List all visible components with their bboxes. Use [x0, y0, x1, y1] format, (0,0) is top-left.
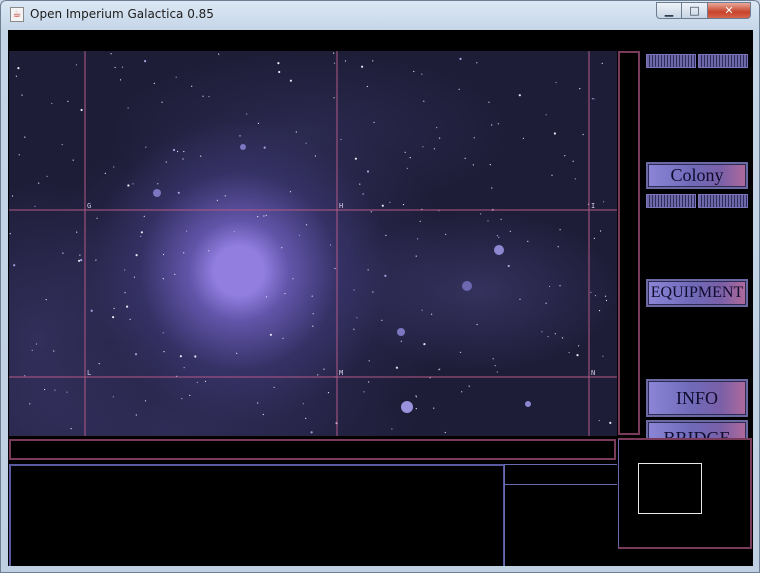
- minimize-icon: ▁: [664, 4, 674, 17]
- planet-marker: [401, 401, 413, 413]
- planet-marker: [462, 281, 472, 291]
- game-client-area: G H I L M N Colony EQUIPMENT INFO: [8, 30, 753, 566]
- planet-marker: [240, 144, 246, 150]
- detail-panel: [504, 464, 617, 566]
- mid-mini-buttons: [646, 172, 748, 186]
- equipment-button[interactable]: EQUIPMENT: [646, 279, 748, 307]
- starmap-view[interactable]: G H I L M N: [9, 51, 617, 436]
- divider: [504, 464, 505, 566]
- minimize-button[interactable]: ▁: [656, 2, 682, 19]
- planet-marker: [494, 245, 504, 255]
- status-bar: [9, 439, 616, 460]
- planet-marker: [397, 328, 405, 336]
- middle-mini-buttons: [646, 194, 748, 208]
- divider: [504, 464, 617, 465]
- vertical-scroll-strip[interactable]: [618, 51, 640, 435]
- window-title: Open Imperium Galactica 0.85: [30, 7, 214, 21]
- minimap-viewport-rect[interactable]: [638, 463, 702, 514]
- title-bar[interactable]: ☕ Open Imperium Galactica 0.85 ▁ □ ✕: [1, 1, 759, 29]
- info-panel: [9, 464, 505, 566]
- top-mini-buttons: [646, 54, 748, 68]
- mini-button-3[interactable]: [646, 194, 696, 208]
- mini-button-1[interactable]: [646, 54, 696, 68]
- maximize-button[interactable]: □: [682, 2, 708, 19]
- divider: [504, 484, 617, 485]
- minimap[interactable]: [618, 438, 752, 549]
- planet-marker: [525, 401, 531, 407]
- mini-button-4[interactable]: [698, 194, 748, 208]
- mini-button-2[interactable]: [698, 54, 748, 68]
- right-command-panel: Colony EQUIPMENT INFO BRIDGE: [644, 51, 750, 457]
- window-controls: ▁ □ ✕: [656, 2, 751, 20]
- app-window: ☕ Open Imperium Galactica 0.85 ▁ □ ✕ G H…: [0, 0, 760, 573]
- planets-layer: [153, 144, 531, 413]
- java-cup-icon: ☕: [10, 7, 24, 22]
- maximize-icon: □: [689, 4, 700, 17]
- info-button[interactable]: INFO: [646, 379, 748, 417]
- planet-marker: [153, 189, 161, 197]
- close-icon: ✕: [724, 4, 734, 17]
- close-button[interactable]: ✕: [708, 2, 751, 19]
